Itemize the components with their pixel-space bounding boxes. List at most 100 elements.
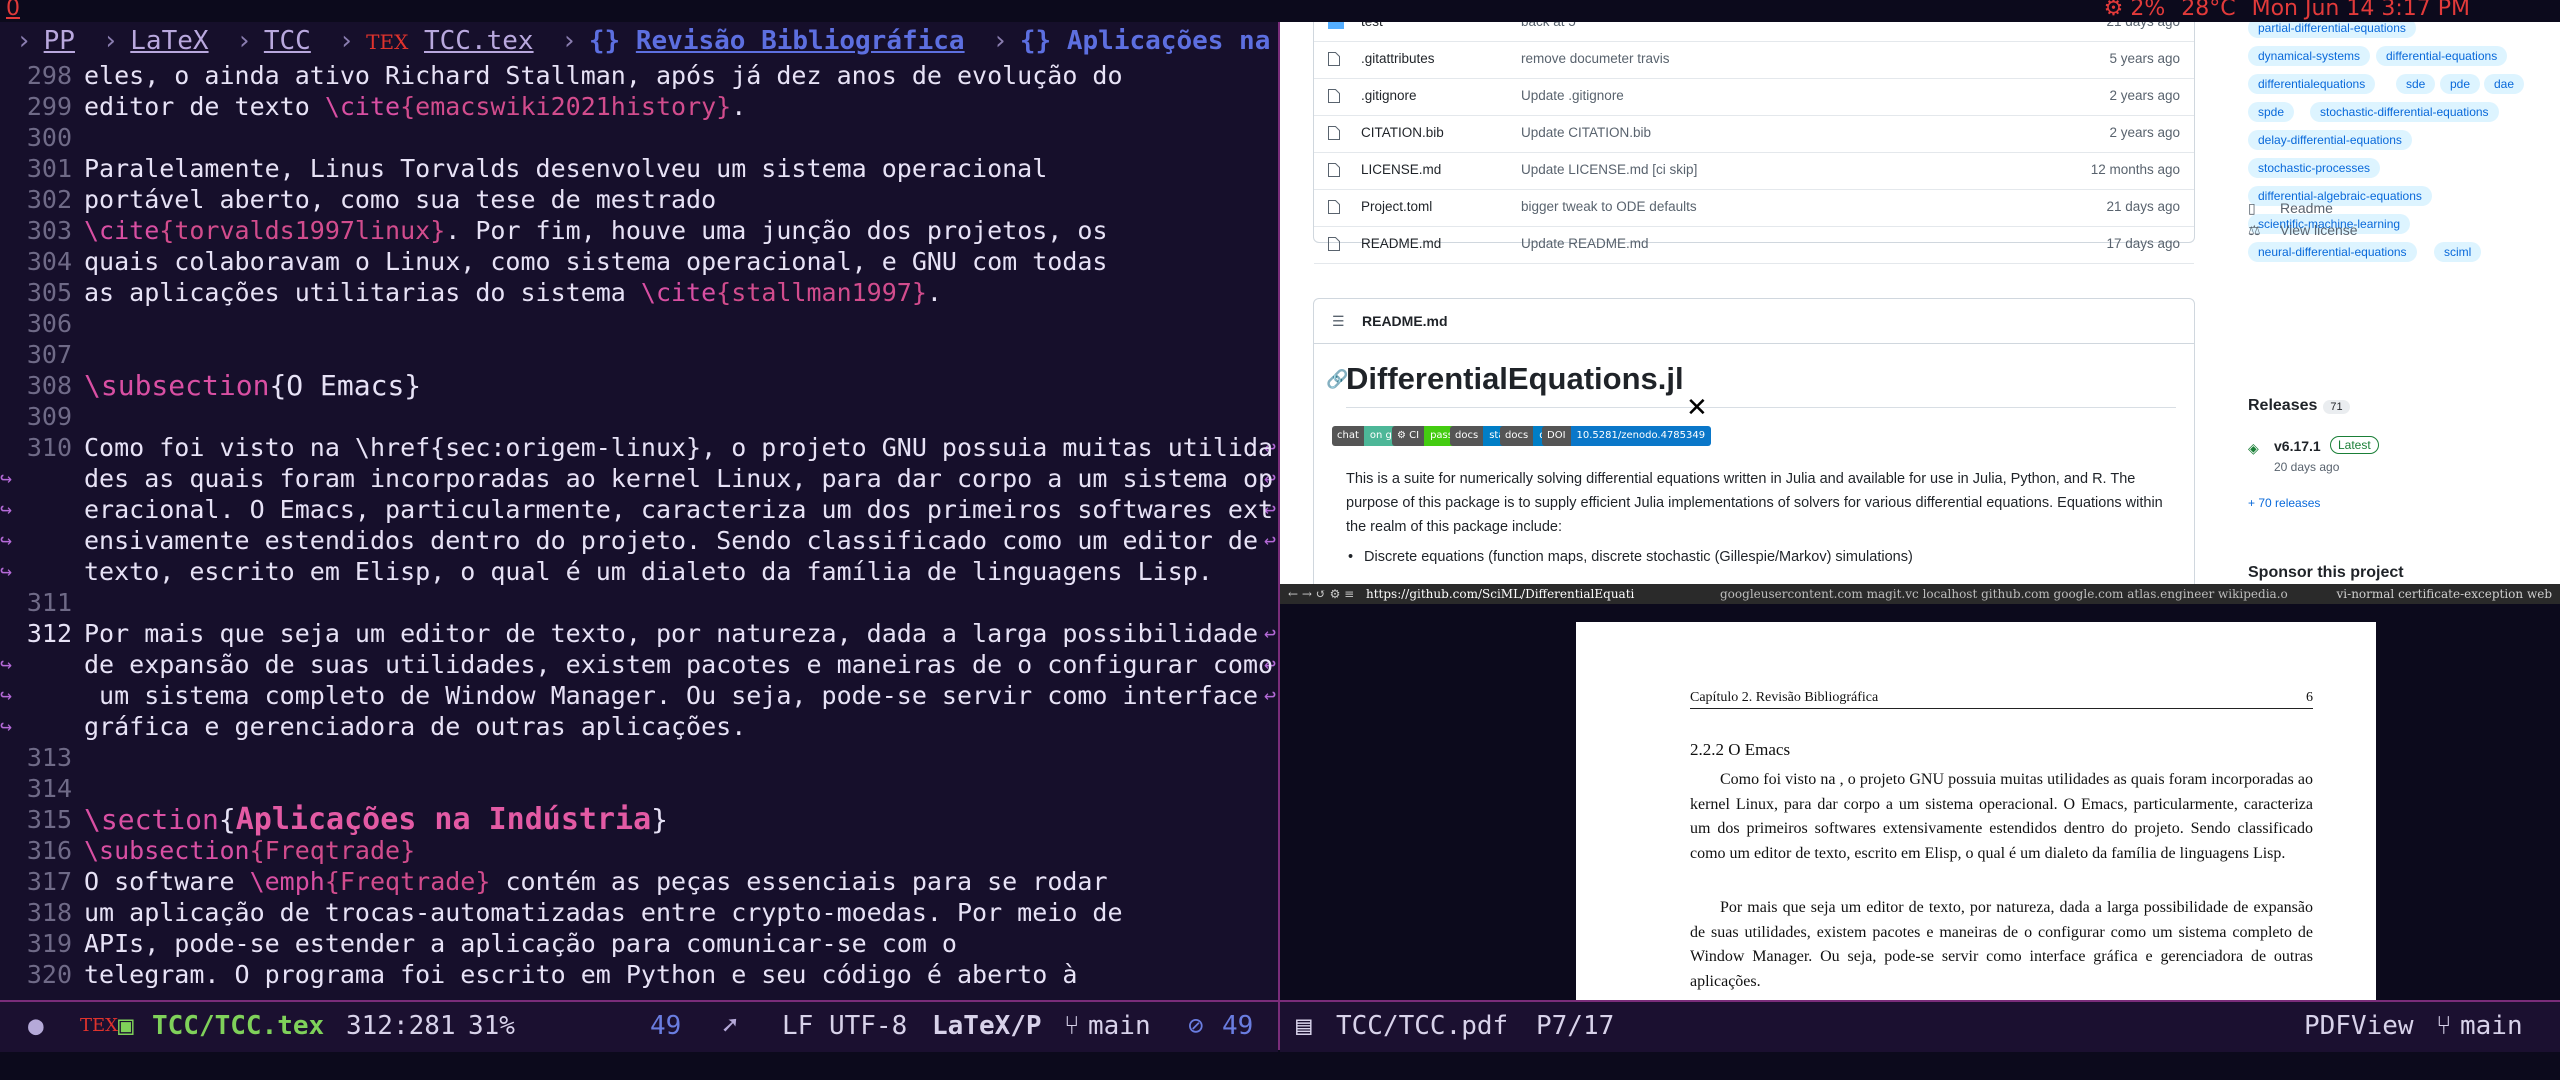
topic-tag[interactable]: delay-differential-equations <box>2248 130 2412 150</box>
commit-message[interactable]: bigger tweak to ODE defaults <box>1521 199 1697 214</box>
code-line[interactable]: 320 telegram. O programa foi escrito em P… <box>0 959 1278 990</box>
more-releases-link[interactable]: + 70 releases <box>2248 496 2320 510</box>
encoding[interactable]: LF UTF-8 <box>782 1002 907 1050</box>
file-row[interactable]: Project.toml bigger tweak to ODE defaults… <box>1314 189 2194 227</box>
file-name[interactable]: test <box>1361 22 1383 29</box>
topic-tag[interactable]: sciml <box>2434 242 2482 262</box>
crumb-latex[interactable]: LaTeX <box>130 26 208 56</box>
readme-link[interactable]: ▯ Readme <box>2248 200 2333 216</box>
file-row[interactable]: .gitattributes remove documeter travis 5 y… <box>1314 41 2194 79</box>
topic-tag[interactable]: spde <box>2248 102 2295 122</box>
editor-pane[interactable]: › PP › LaTeX › TCC › TEX TCC.tex ›{} Revisão… <box>0 22 1278 1000</box>
code-line[interactable]: 310 ↩ Como foi visto na \href{sec:origem-l… <box>0 432 1278 463</box>
crumb-section-revisao[interactable]: Revisão Bibliográfica <box>636 26 965 56</box>
release-version[interactable]: v6.17.1 <box>2274 438 2321 454</box>
file-name[interactable]: .gitignore <box>1361 88 1417 103</box>
code-line[interactable]: 301 Paralelamente, Linus Torvalds desenvo… <box>0 153 1278 184</box>
buffer-name[interactable]: TCC/TCC.tex <box>152 1002 324 1050</box>
line-number: 307 <box>26 340 72 369</box>
pdf-mode[interactable]: PDFView <box>2304 1002 2414 1050</box>
topic-tag[interactable]: differentialequations <box>2248 74 2376 94</box>
workspace-indicator[interactable]: 0 <box>6 0 20 20</box>
commit-message[interactable]: Update .gitignore <box>1521 88 1624 103</box>
code-line[interactable]: ↪ ↩ des as quais foram incorporadas ao ker… <box>0 463 1278 494</box>
code-line[interactable]: ↪ ↩ de expansão de suas utilidades, existe… <box>0 649 1278 680</box>
topic-tag[interactable]: dae <box>2484 74 2525 94</box>
topic-tag[interactable]: neural-differential-equations <box>2248 242 2417 262</box>
pdf-page[interactable]: Capítulo 2. Revisão Bibliográfica 6 2.2.… <box>1576 622 2376 1000</box>
crumb-file[interactable]: TCC.tex <box>424 26 534 56</box>
code-line[interactable]: ↪ ↩ eracional. O Emacs, particularmente, c… <box>0 494 1278 525</box>
badge[interactable]: DOI 10.5281/zenodo.4785349 <box>1542 426 1712 446</box>
commit-message[interactable]: Update README.md <box>1521 236 1649 251</box>
code-line[interactable]: ↪ ↩ ensivamente estendidos dentro do proje… <box>0 525 1278 556</box>
pdf-pane[interactable]: Capítulo 2. Revisão Bibliográfica 6 2.2.… <box>1280 604 2560 1000</box>
major-mode[interactable]: LaTeX/P <box>932 1002 1042 1050</box>
crumb-section-aplicacoes[interactable]: Aplicações na Indú <box>1067 26 1278 56</box>
crumb-pp[interactable]: PP <box>44 26 75 56</box>
minibuffer[interactable] <box>0 1052 2560 1080</box>
code-line[interactable]: 308 \subsection{O Emacs} <box>0 370 1278 401</box>
file-name[interactable]: Project.toml <box>1361 199 1432 214</box>
commit-message[interactable]: Update LICENSE.md [ci skip] <box>1521 162 1697 177</box>
crumb-tcc[interactable]: TCC <box>264 26 311 56</box>
code-line[interactable]: 304 quais colaboravam o Linux, como siste… <box>0 246 1278 277</box>
buffer-tabs[interactable]: googleusercontent.com magit.vc localhost… <box>1720 584 2288 604</box>
code-buffer[interactable]: 298 eles, o ainda ativo Richard Stallman,… <box>0 60 1278 990</box>
browser-pane[interactable]: test back at 5 21 days ago .gitattributes re… <box>1280 22 2560 584</box>
pdf-git-branch[interactable]: main <box>2460 1002 2523 1050</box>
license-link[interactable]: ⚖ View license <box>2248 222 2358 238</box>
code-line[interactable]: 314 <box>0 773 1278 804</box>
code-line[interactable]: ↪ texto, escrito em Elisp, o qual é um di… <box>0 556 1278 587</box>
file-row[interactable]: CITATION.bib Update CITATION.bib 2 years a… <box>1314 115 2194 153</box>
file-name[interactable]: README.md <box>1361 236 1441 251</box>
code-line[interactable]: 319 APIs, pode-se estender a aplicação pa… <box>0 928 1278 959</box>
file-row[interactable]: test back at 5 21 days ago <box>1314 22 2194 42</box>
topic-tag[interactable]: pde <box>2440 74 2481 94</box>
file-name[interactable]: CITATION.bib <box>1361 125 1444 140</box>
list-icon[interactable]: ☰ <box>1332 299 1345 343</box>
code-line[interactable]: 318 um aplicação de trocas-automatizadas … <box>0 897 1278 928</box>
code-line[interactable]: 305 as aplicações utilitarias do sistema … <box>0 277 1278 308</box>
file-row[interactable]: .gitignore Update .gitignore 2 years ago <box>1314 78 2194 116</box>
releases-heading[interactable]: Releases 71 <box>2248 397 2350 415</box>
code-line[interactable]: 299 editor de texto \cite{emacswiki2021hi… <box>0 91 1278 122</box>
code-line[interactable]: ↪ ↩ um sistema completo de Window Manager… <box>0 680 1278 711</box>
pdf-buffer-name[interactable]: TCC/TCC.pdf <box>1336 1002 1508 1050</box>
code-line[interactable]: 306 <box>0 308 1278 339</box>
code-line[interactable]: 311 <box>0 587 1278 618</box>
code-line[interactable]: 309 <box>0 401 1278 432</box>
git-branch[interactable]: main <box>1088 1002 1151 1050</box>
commit-message[interactable]: back at 5 <box>1521 22 1576 29</box>
code-line[interactable]: 315 \section{Aplicações na Indústria} <box>0 804 1278 835</box>
code-line[interactable]: 312 ↩ Por mais que seja um editor de texto… <box>0 618 1278 649</box>
nav-icons[interactable]: ← → ↺ ⚙ ≡ <box>1288 584 1354 604</box>
code-line[interactable]: 300 <box>0 122 1278 153</box>
code-line[interactable]: 298 eles, o ainda ativo Richard Stallman,… <box>0 60 1278 91</box>
topic-tag[interactable]: partial-differential-equations <box>2248 22 2416 38</box>
close-icon[interactable]: ✕ <box>1686 393 1708 423</box>
file-row[interactable]: README.md Update README.md 17 days ago <box>1314 226 2194 264</box>
topic-tag[interactable]: differential-algebraic-equations <box>2248 186 2432 206</box>
error-count[interactable]: 49 <box>1222 1002 1253 1050</box>
commit-message[interactable]: Update CITATION.bib <box>1521 125 1651 140</box>
readme-title: DifferentialEquations.jl <box>1346 361 1684 396</box>
file-row[interactable]: LICENSE.md Update LICENSE.md [ci skip] 12 … <box>1314 152 2194 190</box>
topic-tag[interactable]: sde <box>2396 74 2436 94</box>
code-line[interactable]: ↪ gráfica e gerenciadora de outras aplica… <box>0 711 1278 742</box>
topic-tag[interactable]: stochastic-processes <box>2248 158 2381 178</box>
file-name[interactable]: LICENSE.md <box>1361 162 1441 177</box>
topic-tag[interactable]: differential-equations <box>2376 46 2508 66</box>
code-line[interactable]: 316 \subsection{Freqtrade} <box>0 835 1278 866</box>
topic-tag[interactable]: stochastic-differential-equations <box>2310 102 2499 122</box>
code-line[interactable]: 307 <box>0 339 1278 370</box>
code-line[interactable]: 303 \cite{torvalds1997linux}. Por fim, ho… <box>0 215 1278 246</box>
url-bar[interactable]: https://github.com/SciML/DifferentialEqu… <box>1366 584 1634 604</box>
code-line[interactable]: 313 <box>0 742 1278 773</box>
release-date: 20 days ago <box>2274 460 2340 474</box>
code-line[interactable]: 302 portável aberto, como sua tese de mes… <box>0 184 1278 215</box>
code-line[interactable]: 317 O software \emph{Freqtrade} contém as… <box>0 866 1278 897</box>
commit-message[interactable]: remove documeter travis <box>1521 51 1670 66</box>
file-name[interactable]: .gitattributes <box>1361 51 1435 66</box>
topic-tag[interactable]: dynamical-systems <box>2248 46 2371 66</box>
